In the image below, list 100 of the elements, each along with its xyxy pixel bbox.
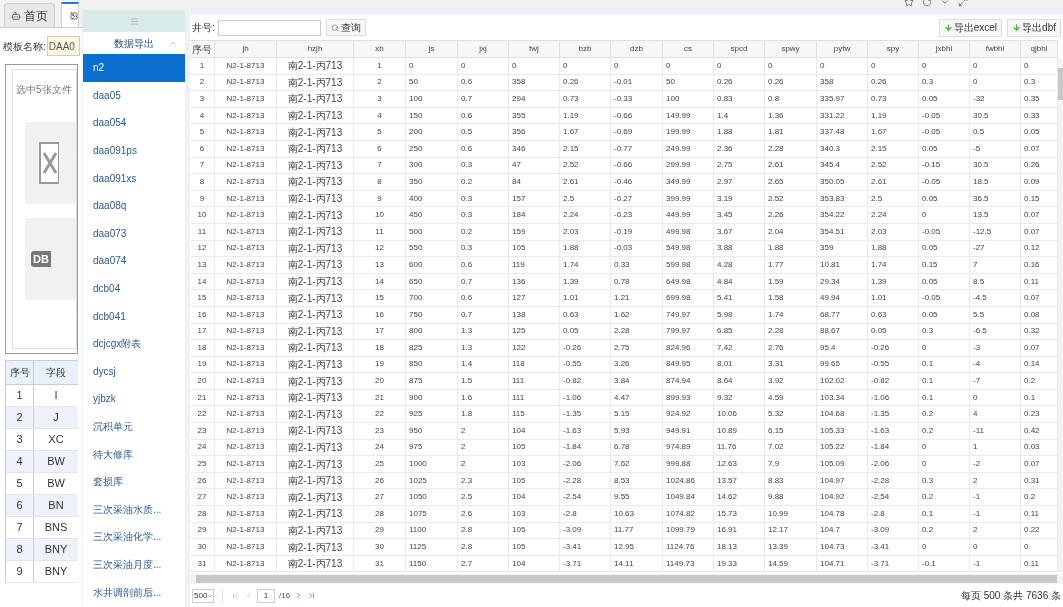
column-header[interactable]: jh — [215, 41, 277, 57]
table-cell: 1.3 — [458, 323, 509, 340]
sidebar-item[interactable]: dycsj — [83, 357, 185, 386]
dbf-file-tile[interactable]: DB — [25, 218, 76, 300]
menu-icon[interactable] — [129, 16, 139, 26]
table-cell: 0.73 — [868, 91, 919, 107]
column-header[interactable]: qjbhl — [1021, 41, 1058, 57]
previous-page-icon[interactable] — [244, 591, 253, 601]
column-header[interactable]: cs — [663, 41, 714, 57]
sidebar-item[interactable]: daa054 — [83, 109, 185, 137]
sidebar-item[interactable]: daa091ps — [83, 136, 185, 165]
table-cell: 499.98 — [663, 223, 714, 240]
export-button[interactable]: 导出excel — [938, 18, 1003, 37]
table-cell: N2-1-8713 — [215, 273, 277, 290]
table-cell: 1.74 — [765, 306, 817, 323]
horizontal-scrollbar[interactable] — [190, 574, 1063, 585]
table-cell: 0.78 — [611, 273, 663, 290]
table-cell: 7 — [6, 517, 34, 538]
table-cell: 9.88 — [765, 489, 817, 506]
sidebar-item[interactable]: 三次采油月度... — [83, 550, 185, 579]
sidebar-item[interactable]: 三次采油水质... — [83, 495, 185, 524]
sidebar-item[interactable]: 待大修库 — [83, 440, 185, 468]
vertical-scrollbar[interactable] — [1058, 58, 1063, 573]
star-icon[interactable] — [904, 0, 914, 7]
table-cell: 1.88 — [765, 240, 817, 257]
query-button[interactable]: 查询 — [325, 19, 366, 36]
template-field[interactable]: DAA0 — [46, 36, 80, 56]
table-cell: 0 — [868, 58, 919, 74]
sidebar-item[interactable]: daa091xs — [83, 164, 185, 192]
table-cell: 11.76 — [714, 439, 765, 456]
table-cell: 25 — [354, 456, 406, 472]
table-cell: 2.6 — [458, 506, 509, 522]
refresh-icon[interactable] — [922, 0, 932, 7]
column-header[interactable]: hzjh — [277, 41, 354, 57]
sidebar-item[interactable]: n2 — [83, 54, 185, 82]
sidebar-item[interactable]: dcb041 — [83, 302, 185, 330]
sidebar-item[interactable]: dcjcgx附表 — [83, 329, 185, 358]
table-cell: 2 — [458, 439, 509, 456]
column-header[interactable]: fwj — [509, 41, 560, 57]
table-cell: 0.05 — [919, 306, 970, 323]
table-cell: 11 — [190, 223, 215, 240]
table-cell: 331.22 — [817, 107, 868, 124]
column-header[interactable]: fwbhl — [970, 41, 1021, 57]
column-header[interactable]: dzb — [611, 41, 663, 57]
sidebar-item[interactable]: daa074 — [83, 247, 185, 275]
sidebar-group[interactable]: 数据导出 — [83, 32, 185, 54]
column-header[interactable]: 序号 — [190, 41, 215, 57]
column-header[interactable]: pyfw — [817, 41, 868, 57]
column-header[interactable]: xh — [354, 41, 406, 57]
table-cell: 974.89 — [663, 439, 714, 456]
column-header[interactable]: spcd — [714, 41, 765, 57]
sidebar-item[interactable]: daa05 — [83, 81, 185, 110]
table-cell: 2.65 — [765, 174, 817, 190]
sidebar-item[interactable]: 套损库 — [83, 467, 185, 496]
table-cell: 2.75 — [714, 157, 765, 174]
table-cell-text: BW — [46, 476, 66, 492]
chevron-down-icon[interactable] — [940, 0, 950, 7]
sidebar-item[interactable]: dcb04 — [83, 274, 185, 303]
sidebar-item[interactable]: yjbzk — [83, 385, 185, 413]
table-cell: 南2-1-丙713 — [277, 406, 354, 423]
table-cell: 358 — [817, 74, 868, 91]
table-cell: N2-1-8713 — [215, 157, 277, 174]
well-number-field[interactable] — [217, 19, 321, 36]
last-page-icon[interactable] — [307, 591, 317, 601]
table-cell: 0 — [714, 58, 765, 74]
table-cell: N2-1-8713 — [215, 456, 277, 472]
sidebar-item[interactable]: 沉积单元 — [83, 412, 185, 441]
tab[interactable]: 首页 — [4, 3, 55, 27]
column-header[interactable]: jxbhl — [919, 41, 970, 57]
tab[interactable] — [61, 2, 79, 27]
sidebar-item[interactable]: daa073 — [83, 219, 185, 248]
page-size-select[interactable]: 500 — [192, 588, 214, 603]
table-cell: -0.66 — [611, 157, 663, 174]
table-cell: 1.88 — [714, 124, 765, 140]
expand-icon[interactable] — [958, 0, 968, 7]
column-header[interactable]: spy — [868, 41, 919, 57]
page-field[interactable]: 1 — [257, 588, 275, 603]
table-cell: 2.75 — [611, 340, 663, 356]
excel-file-tile[interactable] — [25, 122, 76, 204]
sidebar-item[interactable]: daa08q — [83, 191, 185, 220]
first-page-icon[interactable] — [231, 591, 240, 601]
table-cell: 899.93 — [663, 389, 714, 406]
table-cell: 0.7 — [458, 91, 509, 107]
table-cell: 23 — [354, 423, 406, 439]
column-header[interactable]: jxj — [458, 41, 509, 57]
table-cell: 0 — [509, 58, 560, 74]
table-cell: 30 — [190, 539, 215, 555]
sidebar-item[interactable]: 三次采油化学... — [83, 523, 185, 551]
table-cell: 2.52 — [560, 157, 611, 174]
table-cell: 1074.82 — [663, 506, 714, 522]
column-header[interactable]: bzb — [560, 41, 611, 57]
column-header[interactable]: js — [406, 41, 458, 57]
column-header[interactable]: spwy — [765, 41, 817, 57]
table-cell: -0.1 — [919, 555, 970, 572]
export-button[interactable]: 导出dbf — [1007, 18, 1061, 37]
table-cell: -3 — [970, 340, 1021, 356]
table-cell-text: BNY — [43, 564, 69, 580]
table-cell: -0.23 — [611, 207, 663, 223]
table-cell: -2.8 — [868, 506, 919, 522]
sidebar-item[interactable]: 水井调剖前后... — [83, 578, 185, 606]
